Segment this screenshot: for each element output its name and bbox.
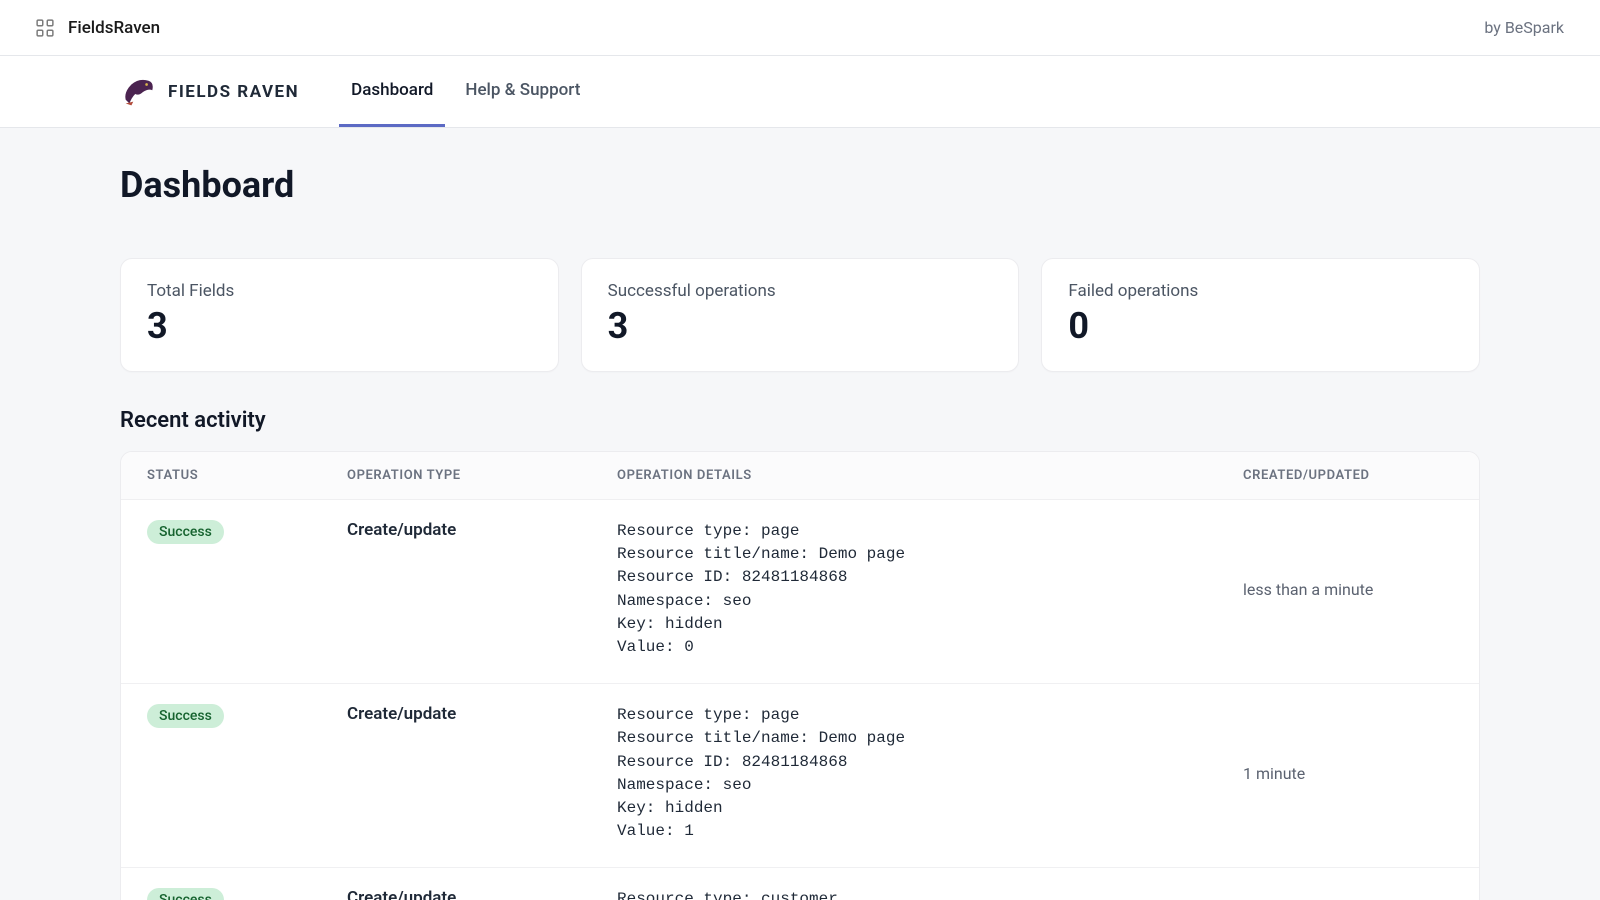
stat-value: 3 xyxy=(608,305,993,347)
stat-label: Successful operations xyxy=(608,281,993,301)
page-body: Dashboard Total Fields 3 Successful oper… xyxy=(0,128,1600,900)
details-text: Resource type: customer xyxy=(617,888,1243,900)
top-bar: FieldsRaven by BeSpark xyxy=(0,0,1600,56)
raven-logo-icon xyxy=(120,75,158,109)
table-row: Success Create/update Resource type: cus… xyxy=(121,868,1479,900)
status-badge: Success xyxy=(147,520,224,544)
cell-timestamp xyxy=(1243,888,1453,900)
table-head: Status Operation type Operation details … xyxy=(121,452,1479,500)
page-title: Dashboard xyxy=(120,164,1480,206)
details-text: Resource type: page Resource title/name:… xyxy=(617,520,1243,659)
table-row: Success Create/update Resource type: pag… xyxy=(121,500,1479,684)
tab-label: Help & Support xyxy=(465,80,580,100)
grid-app-icon xyxy=(36,19,54,37)
op-type-text: Create/update xyxy=(347,704,456,724)
op-type-text: Create/update xyxy=(347,520,456,540)
cell-status: Success xyxy=(147,888,347,900)
stat-value: 0 xyxy=(1068,305,1453,347)
cell-details: Resource type: page Resource title/name:… xyxy=(617,520,1243,659)
by-line: by BeSpark xyxy=(1484,18,1564,37)
cell-details: Resource type: page Resource title/name:… xyxy=(617,704,1243,843)
col-header-op-type: Operation type xyxy=(347,468,617,483)
top-bar-left: FieldsRaven xyxy=(36,18,160,38)
cell-status: Success xyxy=(147,704,347,843)
cell-timestamp: 1 minute xyxy=(1243,704,1453,843)
op-type-text: Create/update xyxy=(347,888,456,900)
stat-card-total-fields: Total Fields 3 xyxy=(120,258,559,372)
brand[interactable]: FIELDS RAVEN xyxy=(120,75,299,109)
tab-help-support[interactable]: Help & Support xyxy=(453,56,592,127)
recent-activity-title: Recent activity xyxy=(120,408,1480,433)
cell-timestamp: less than a minute xyxy=(1243,520,1453,659)
col-header-status: Status xyxy=(147,468,347,483)
cell-op-type: Create/update xyxy=(347,520,617,659)
cell-status: Success xyxy=(147,520,347,659)
col-header-details: Operation details xyxy=(617,468,1243,483)
stat-card-successful-ops: Successful operations 3 xyxy=(581,258,1020,372)
cell-op-type: Create/update xyxy=(347,704,617,843)
status-badge: Success xyxy=(147,704,224,728)
table-row: Success Create/update Resource type: pag… xyxy=(121,684,1479,868)
stat-label: Failed operations xyxy=(1068,281,1453,301)
brand-text: FIELDS RAVEN xyxy=(168,82,299,102)
stat-value: 3 xyxy=(147,305,532,347)
activity-table: Status Operation type Operation details … xyxy=(120,451,1480,900)
nav-bar: FIELDS RAVEN Dashboard Help & Support xyxy=(0,56,1600,128)
app-name: FieldsRaven xyxy=(68,18,160,38)
stat-label: Total Fields xyxy=(147,281,532,301)
details-text: Resource type: page Resource title/name:… xyxy=(617,704,1243,843)
tab-label: Dashboard xyxy=(351,80,433,100)
col-header-time: Created/Updated xyxy=(1243,468,1453,483)
cell-op-type: Create/update xyxy=(347,888,617,900)
tab-dashboard[interactable]: Dashboard xyxy=(339,56,445,127)
nav-tabs: Dashboard Help & Support xyxy=(339,56,592,127)
stats-row: Total Fields 3 Successful operations 3 F… xyxy=(120,258,1480,372)
cell-details: Resource type: customer xyxy=(617,888,1243,900)
status-badge: Success xyxy=(147,888,224,900)
stat-card-failed-ops: Failed operations 0 xyxy=(1041,258,1480,372)
